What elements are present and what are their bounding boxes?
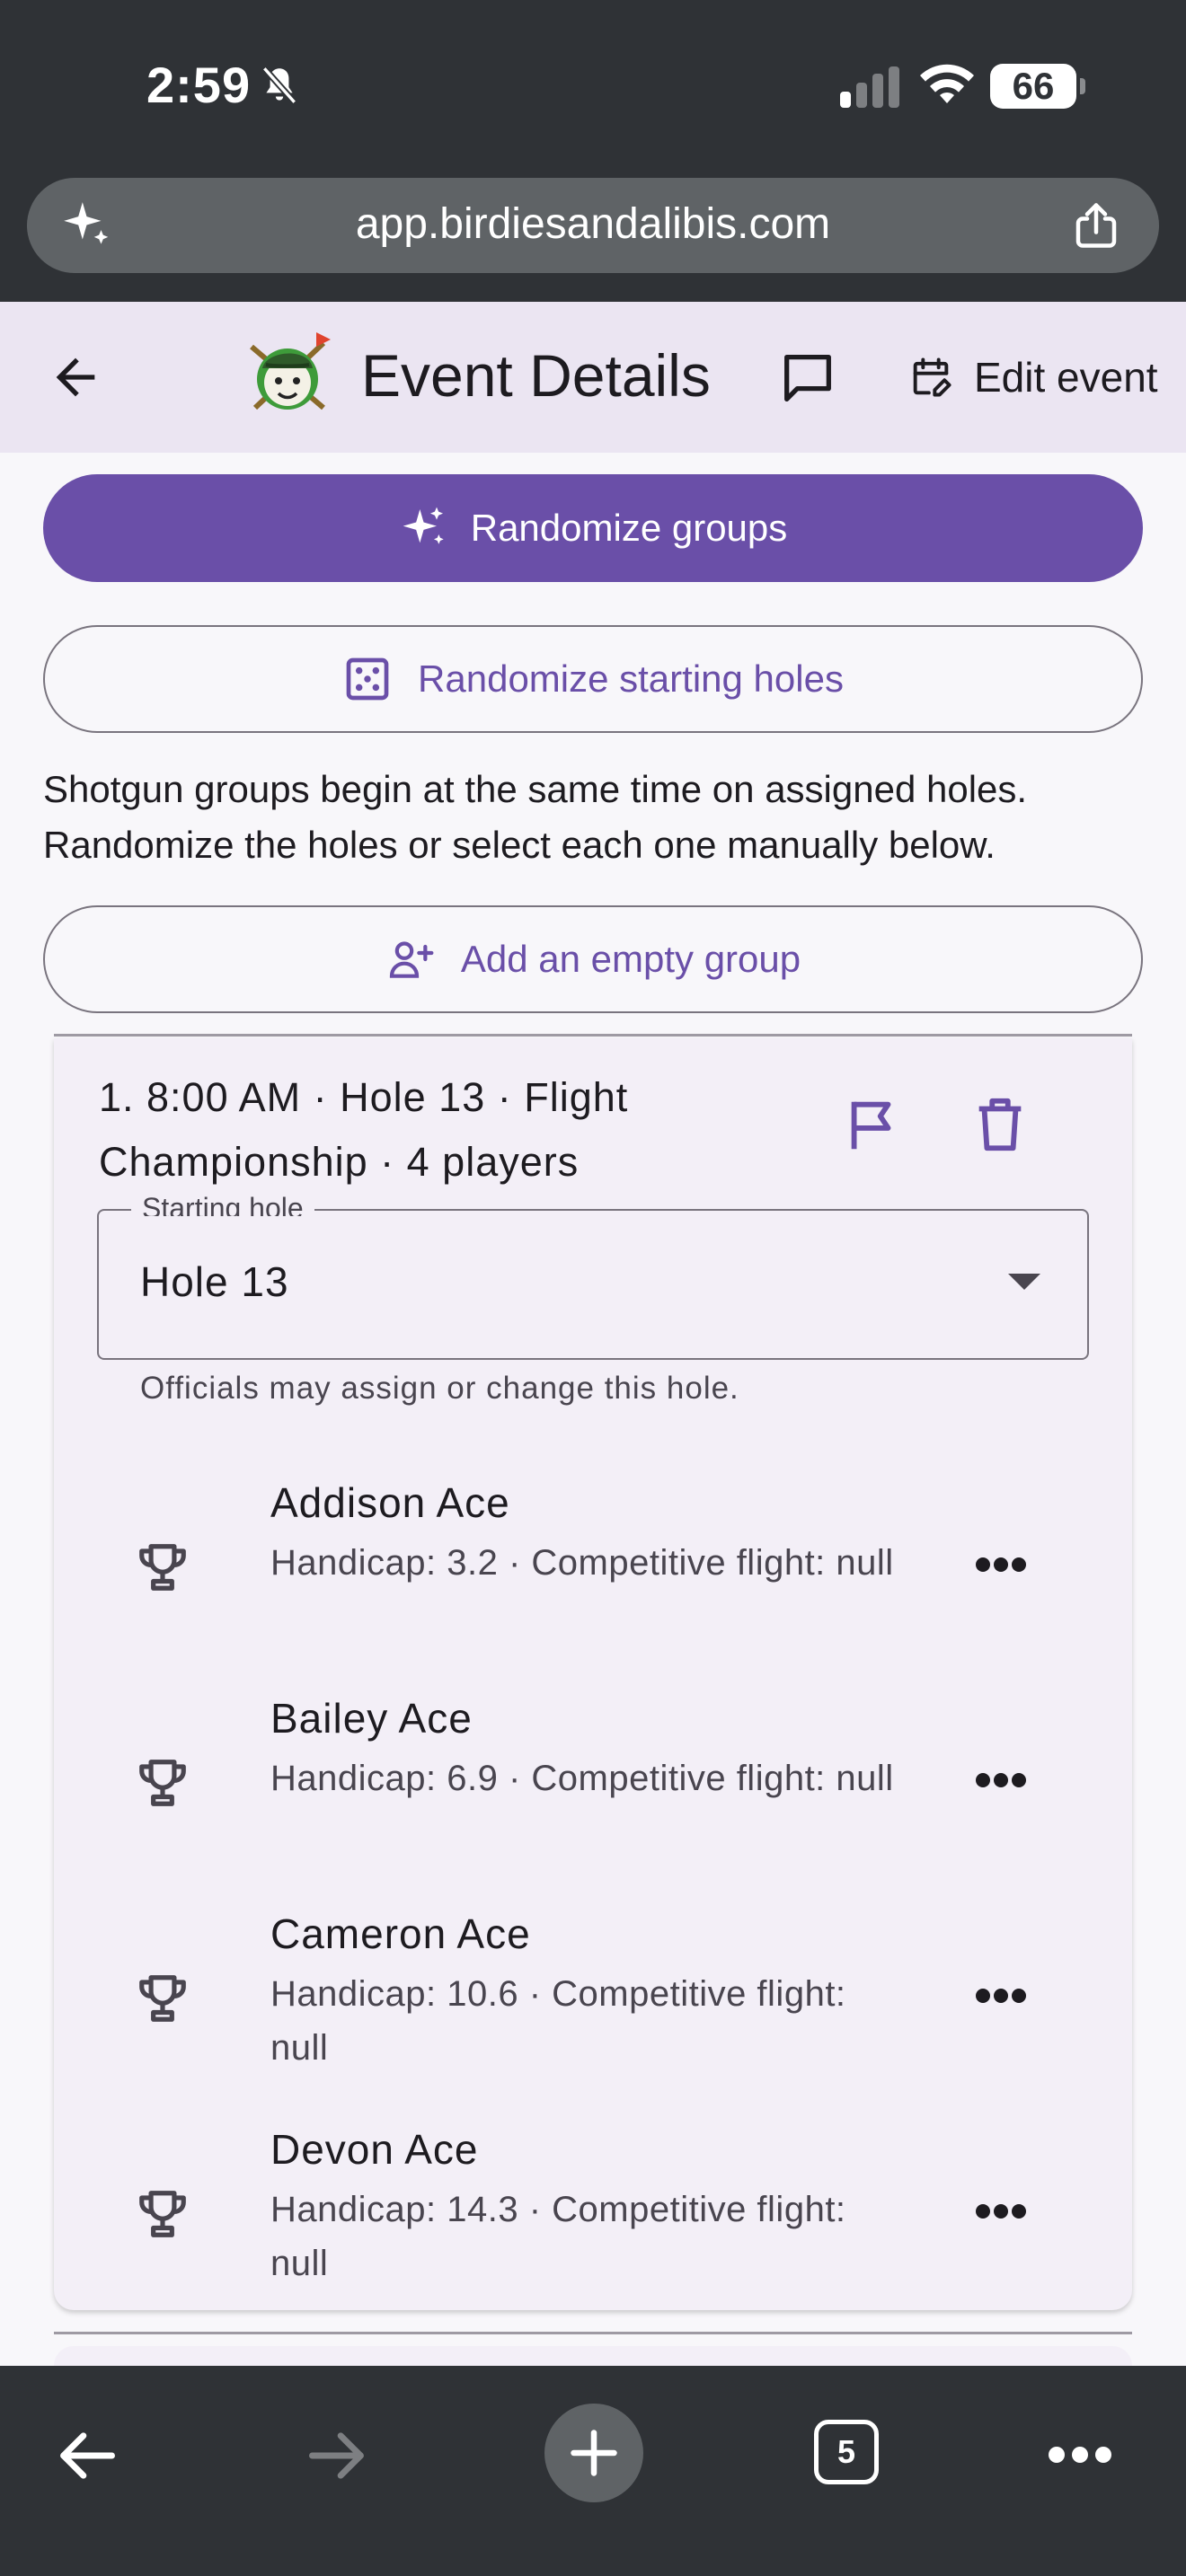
randomize-groups-label: Randomize groups [470,507,788,549]
cell-signal-icon [840,66,899,108]
new-tab-button[interactable] [544,2404,643,2502]
player-detail: Handicap: 10.6 · Competitive flight: nul… [270,1974,846,2068]
battery-indicator: 66 [990,64,1085,109]
back-arrow-icon[interactable] [47,348,104,406]
randomize-starting-holes-label: Randomize starting holes [418,657,844,700]
edit-event-button[interactable]: Edit event [907,345,1158,410]
url-text[interactable]: app.birdiesandalibis.com [27,199,1159,249]
browser-forward-icon[interactable] [304,2422,372,2490]
add-empty-group-button[interactable]: Add an empty group [43,905,1143,1013]
app-bar: Event Details Edit event [0,302,1186,453]
trophy-icon [139,1975,186,2022]
group-card: 1. 8:00 AM · Hole 13 · Flight Championsh… [54,1038,1132,2310]
bell-muted-icon [261,66,297,105]
plus-icon [571,2430,617,2476]
player-row: Addison Ace Handicap: 3.2 · Competitive … [54,1475,1132,1672]
player-name: Cameron Ace [270,1910,531,1957]
player-detail: Handicap: 3.2 · Competitive flight: null [270,1543,894,1583]
browser-back-icon[interactable] [52,2422,120,2490]
share-icon[interactable] [1069,198,1123,253]
divider [54,2332,1132,2334]
randomize-groups-button[interactable]: Randomize groups [43,474,1143,582]
more-horizontal-icon[interactable] [974,1987,1028,2005]
chat-bubble-icon[interactable] [776,347,839,410]
divider [54,1034,1132,1037]
add-person-icon [389,941,434,978]
player-name: Addison Ace [270,1479,510,1526]
add-empty-group-label: Add an empty group [460,938,801,980]
player-detail: Handicap: 6.9 · Competitive flight: null [270,1759,894,1798]
tabs-count-button[interactable]: 5 [814,2420,879,2484]
trash-icon[interactable] [969,1092,1031,1157]
dice-icon [346,657,389,701]
player-name: Devon Ace [270,2126,479,2173]
more-horizontal-icon[interactable] [974,1556,1028,1574]
more-horizontal-icon[interactable] [1048,2441,1112,2468]
edit-event-label: Edit event [974,354,1158,401]
player-row: Bailey Ace Handicap: 6.9 · Competitive f… [54,1690,1132,1888]
player-detail: Handicap: 14.3 · Competitive flight: nul… [270,2190,846,2283]
more-horizontal-icon[interactable] [974,2202,1028,2220]
golf-ball-logo-icon [250,332,331,410]
shotgun-help-text: Shotgun groups begin at the same time on… [43,768,1028,866]
page-title: Event Details [361,342,711,409]
starting-hole-label: Starting hole [131,1195,314,1216]
trophy-icon [139,1544,186,1591]
trophy-icon [139,1760,186,1806]
status-time: 2:59 [146,57,252,113]
browser-bottom-toolbar: 5 [0,2366,1186,2576]
address-bar[interactable]: app.birdiesandalibis.com [27,178,1159,273]
player-name: Bailey Ace [270,1695,473,1742]
more-horizontal-icon[interactable] [974,1771,1028,1789]
trophy-icon [139,2191,186,2237]
player-row: Devon Ace Handicap: 14.3 · Competitive f… [54,2122,1132,2319]
randomize-starting-holes-button[interactable]: Randomize starting holes [43,625,1143,733]
starting-hole-select[interactable]: Starting hole Hole 13 [97,1195,1089,1360]
flag-icon[interactable] [841,1094,904,1157]
starting-hole-helper: Officials may assign or change this hole… [140,1371,739,1406]
next-group-card-edge [54,2346,1132,2366]
wifi-icon [920,64,974,103]
sparkle-icon [403,507,444,544]
dropdown-arrow-icon[interactable] [1008,1274,1040,1290]
group-heading: 1. 8:00 AM · Hole 13 · Flight Championsh… [99,1074,629,1185]
browser-top-chrome: 2:59 66 app.birdiesandalibis.com [0,0,1186,302]
player-row: Cameron Ace Handicap: 10.6 · Competitive… [54,1906,1132,2104]
calendar-edit-icon [913,357,951,397]
starting-hole-value: Hole 13 [140,1258,289,1305]
